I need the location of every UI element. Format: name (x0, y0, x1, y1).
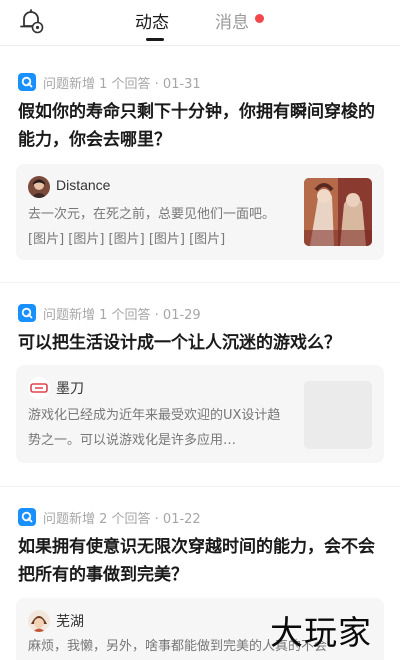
watermark-logo: 大玩家 (270, 613, 372, 652)
card-meta: 问题新增 1 个回答 · 01-29 (18, 303, 201, 323)
card-meta: 问题新增 2 个回答 · 01-22 (18, 507, 201, 527)
meta-text: 问题新增 2 个回答 · 01-22 (43, 511, 201, 527)
answer-thumbnail (304, 178, 372, 246)
avatar (28, 176, 50, 198)
card-meta: 问题新增 1 个回答 · 01-31 (18, 72, 201, 92)
question-title[interactable]: 假如你的寿命只剩下十分钟，你拥有瞬间穿梭的能力，你会去哪里？ (18, 98, 382, 154)
answer-author: 墨刀 (56, 380, 84, 396)
feed-card[interactable]: 问题新增 1 个回答 · 01-31 假如你的寿命只剩下十分钟，你拥有瞬间穿梭的… (0, 46, 400, 282)
question-icon (18, 304, 36, 322)
answer-preview[interactable]: 墨刀 游戏化已经成为近年来最受欢迎的UX设计趋势之一。可以说游戏化是许多应用… (16, 365, 384, 463)
feed-card[interactable]: 问题新增 1 个回答 · 01-29 可以把生活设计成一个让人沉迷的游戏么？ 墨… (0, 283, 400, 486)
avatar (28, 610, 50, 632)
tab-messages[interactable]: 消息 (215, 8, 249, 33)
question-title[interactable]: 可以把生活设计成一个让人沉迷的游戏么？ (18, 329, 382, 357)
notification-settings-icon[interactable] (16, 6, 46, 36)
active-tab-indicator (146, 38, 164, 41)
top-bar: 动态 消息 (0, 0, 400, 46)
meta-text: 问题新增 1 个回答 · 01-31 (43, 76, 201, 92)
question-icon (18, 73, 36, 91)
question-icon (18, 508, 36, 526)
answer-preview[interactable]: Distance 去一次元，在死之前，总要见他们一面吧。[图片] [图片] [图… (16, 164, 384, 260)
answer-author: 芜湖 (56, 613, 84, 629)
unread-dot (255, 14, 264, 23)
tab-feed[interactable]: 动态 (135, 8, 169, 33)
answer-excerpt: 去一次元，在死之前，总要见他们一面吧。[图片] [图片] [图片] [图片] [… (28, 207, 276, 247)
meta-text: 问题新增 1 个回答 · 01-29 (43, 307, 201, 323)
avatar (28, 377, 50, 399)
question-title[interactable]: 如果拥有使意识无限次穿越时间的能力，会不会把所有的事做到完美？ (18, 533, 382, 589)
answer-author: Distance (56, 177, 111, 193)
answer-thumbnail (304, 381, 372, 449)
answer-excerpt: 游戏化已经成为近年来最受欢迎的UX设计趋势之一。可以说游戏化是许多应用… (28, 408, 281, 448)
